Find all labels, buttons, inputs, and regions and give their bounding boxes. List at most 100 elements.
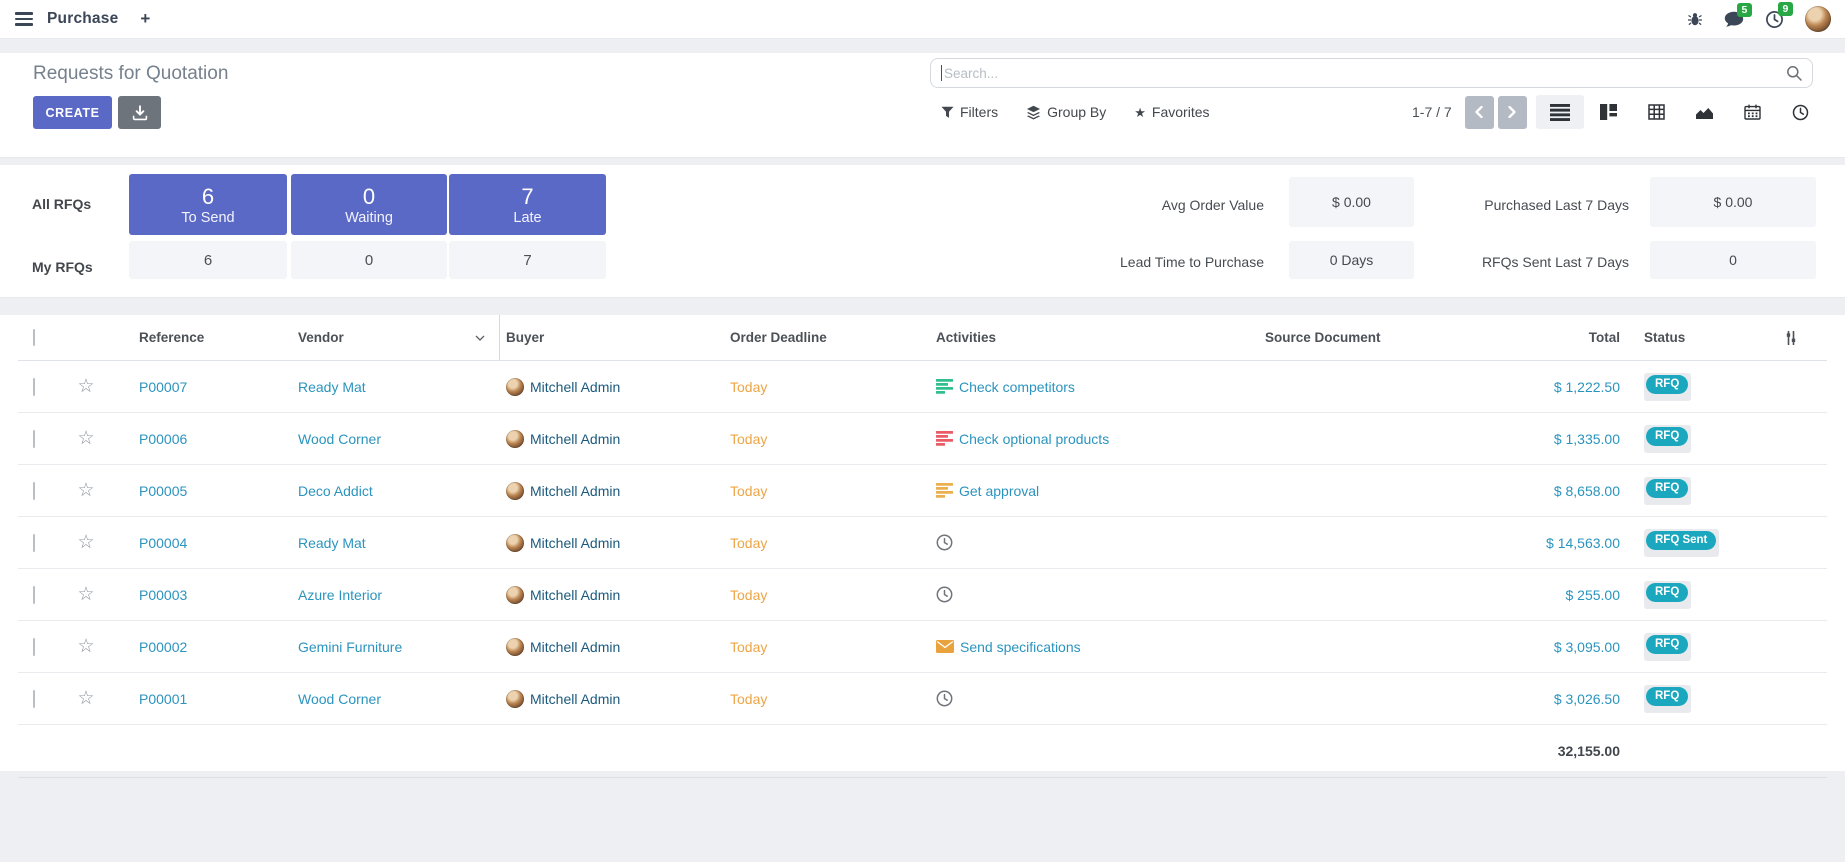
my-late-count[interactable]: 7: [449, 241, 606, 279]
rfqs-sent-last-7-days-value[interactable]: 0: [1650, 241, 1816, 279]
column-header-source-document[interactable]: Source Document: [1210, 330, 1540, 345]
status-badge-backdrop: RFQ: [1644, 425, 1691, 453]
reference-link[interactable]: P00003: [110, 587, 273, 603]
column-header-reference[interactable]: Reference: [110, 330, 273, 345]
activity-widget[interactable]: Get approval: [930, 483, 1210, 499]
messages-icon[interactable]: 5: [1724, 11, 1744, 28]
filters-menu[interactable]: Filters: [941, 104, 998, 120]
my-waiting-count[interactable]: 0: [291, 241, 447, 279]
favorites-menu[interactable]: ★ Favorites: [1134, 104, 1209, 120]
favorite-star-icon[interactable]: ☆: [62, 533, 110, 552]
purchased-last-7-days-value[interactable]: $ 0.00: [1650, 177, 1816, 227]
debug-bug-icon[interactable]: [1687, 11, 1703, 27]
row-checkbox[interactable]: [33, 430, 35, 448]
row-checkbox[interactable]: [33, 534, 35, 552]
select-all-checkbox[interactable]: [33, 329, 35, 346]
order-deadline: Today: [726, 691, 930, 707]
activity-widget[interactable]: [930, 534, 1210, 551]
lead-time-label: Lead Time to Purchase: [1014, 254, 1264, 270]
activity-icon: [936, 483, 953, 498]
order-deadline: Today: [726, 587, 930, 603]
row-checkbox[interactable]: [33, 690, 35, 708]
reference-link[interactable]: P00001: [110, 691, 273, 707]
buyer-avatar: [506, 430, 524, 448]
reference-link[interactable]: P00005: [110, 483, 273, 499]
apps-menu-icon[interactable]: [15, 12, 33, 26]
create-button[interactable]: CREATE: [33, 96, 112, 129]
to-send-count: 6: [202, 184, 214, 210]
favorite-star-icon[interactable]: ☆: [62, 689, 110, 708]
favorite-star-icon[interactable]: ☆: [62, 429, 110, 448]
favorite-star-icon[interactable]: ☆: [62, 377, 110, 396]
my-to-send-count[interactable]: 6: [129, 241, 287, 279]
search-icon[interactable]: [1786, 65, 1802, 81]
status-badge: RFQ: [1646, 687, 1688, 706]
kpi-card-to-send[interactable]: 6 To Send: [129, 174, 287, 235]
status-cell: RFQ Sent: [1636, 529, 1770, 557]
column-header-total[interactable]: Total: [1540, 330, 1636, 345]
activity-view-button[interactable]: [1776, 95, 1824, 129]
activity-widget[interactable]: [930, 586, 1210, 603]
row-checkbox[interactable]: [33, 482, 35, 500]
buyer-avatar: [506, 586, 524, 604]
kanban-view-button[interactable]: [1584, 95, 1632, 129]
graph-view-button[interactable]: [1680, 95, 1728, 129]
text-cursor: [941, 65, 942, 81]
late-label: Late: [513, 210, 541, 226]
row-checkbox[interactable]: [33, 378, 35, 396]
app-name[interactable]: Purchase: [47, 10, 118, 28]
activity-widget[interactable]: Check competitors: [930, 379, 1210, 395]
reference-link[interactable]: P00002: [110, 639, 273, 655]
order-deadline: Today: [726, 379, 930, 395]
pager-next-button[interactable]: [1498, 96, 1527, 129]
list-view-button[interactable]: [1536, 95, 1584, 129]
column-header-vendor[interactable]: Vendor: [273, 315, 500, 360]
activity-widget[interactable]: Send specifications: [930, 639, 1210, 655]
activities-clock-icon[interactable]: 9: [1765, 10, 1784, 29]
row-checkbox[interactable]: [33, 586, 35, 604]
reference-link[interactable]: P00004: [110, 535, 273, 551]
order-deadline: Today: [726, 483, 930, 499]
table-row[interactable]: ☆ P00003 Azure Interior Mitchell Admin T…: [18, 569, 1827, 621]
table-row[interactable]: ☆ P00006 Wood Corner Mitchell Admin Toda…: [18, 413, 1827, 465]
column-header-order-deadline[interactable]: Order Deadline: [726, 330, 930, 345]
column-header-status[interactable]: Status: [1636, 330, 1770, 345]
group-by-menu[interactable]: Group By: [1026, 104, 1106, 120]
search-input[interactable]: Search...: [930, 58, 1813, 88]
column-header-activities[interactable]: Activities: [930, 330, 1210, 345]
status-badge-backdrop: RFQ: [1644, 685, 1691, 713]
table-row[interactable]: ☆ P00005 Deco Addict Mitchell Admin Toda…: [18, 465, 1827, 517]
user-avatar[interactable]: [1805, 6, 1831, 32]
control-panel: Requests for Quotation CREATE Search... …: [0, 53, 1845, 158]
pager-previous-button[interactable]: [1465, 96, 1494, 129]
buyer-cell: Mitchell Admin: [500, 638, 726, 656]
buyer-name: Mitchell Admin: [530, 639, 620, 655]
calendar-view-button[interactable]: [1728, 95, 1776, 129]
column-header-buyer[interactable]: Buyer: [500, 330, 726, 345]
favorite-star-icon[interactable]: ☆: [62, 637, 110, 656]
optional-columns-sliders-icon[interactable]: [1770, 330, 1827, 346]
new-tab-plus-icon[interactable]: +: [140, 9, 150, 29]
top-navbar: Purchase + 5 9: [0, 0, 1845, 39]
activity-widget[interactable]: Check optional products: [930, 431, 1210, 447]
kpi-card-waiting[interactable]: 0 Waiting: [291, 174, 447, 235]
kpi-card-late[interactable]: 7 Late: [449, 174, 606, 235]
favorite-star-icon[interactable]: ☆: [62, 481, 110, 500]
reference-link[interactable]: P00007: [110, 379, 273, 395]
table-row[interactable]: ☆ P00002 Gemini Furniture Mitchell Admin…: [18, 621, 1827, 673]
table-row[interactable]: ☆ P00001 Wood Corner Mitchell Admin Toda…: [18, 673, 1827, 725]
buyer-cell: Mitchell Admin: [500, 586, 726, 604]
row-checkbox[interactable]: [33, 638, 35, 656]
buyer-cell: Mitchell Admin: [500, 430, 726, 448]
status-badge: RFQ: [1646, 635, 1688, 654]
table-row[interactable]: ☆ P00007 Ready Mat Mitchell Admin Today …: [18, 361, 1827, 413]
favorite-star-icon[interactable]: ☆: [62, 585, 110, 604]
status-badge-backdrop: RFQ: [1644, 581, 1691, 609]
activity-widget[interactable]: [930, 690, 1210, 707]
vendor-name: Ready Mat: [273, 379, 500, 395]
pivot-view-button[interactable]: [1632, 95, 1680, 129]
reference-link[interactable]: P00006: [110, 431, 273, 447]
table-row[interactable]: ☆ P00004 Ready Mat Mitchell Admin Today …: [18, 517, 1827, 569]
group-by-label: Group By: [1047, 104, 1106, 120]
export-button[interactable]: [118, 96, 161, 129]
